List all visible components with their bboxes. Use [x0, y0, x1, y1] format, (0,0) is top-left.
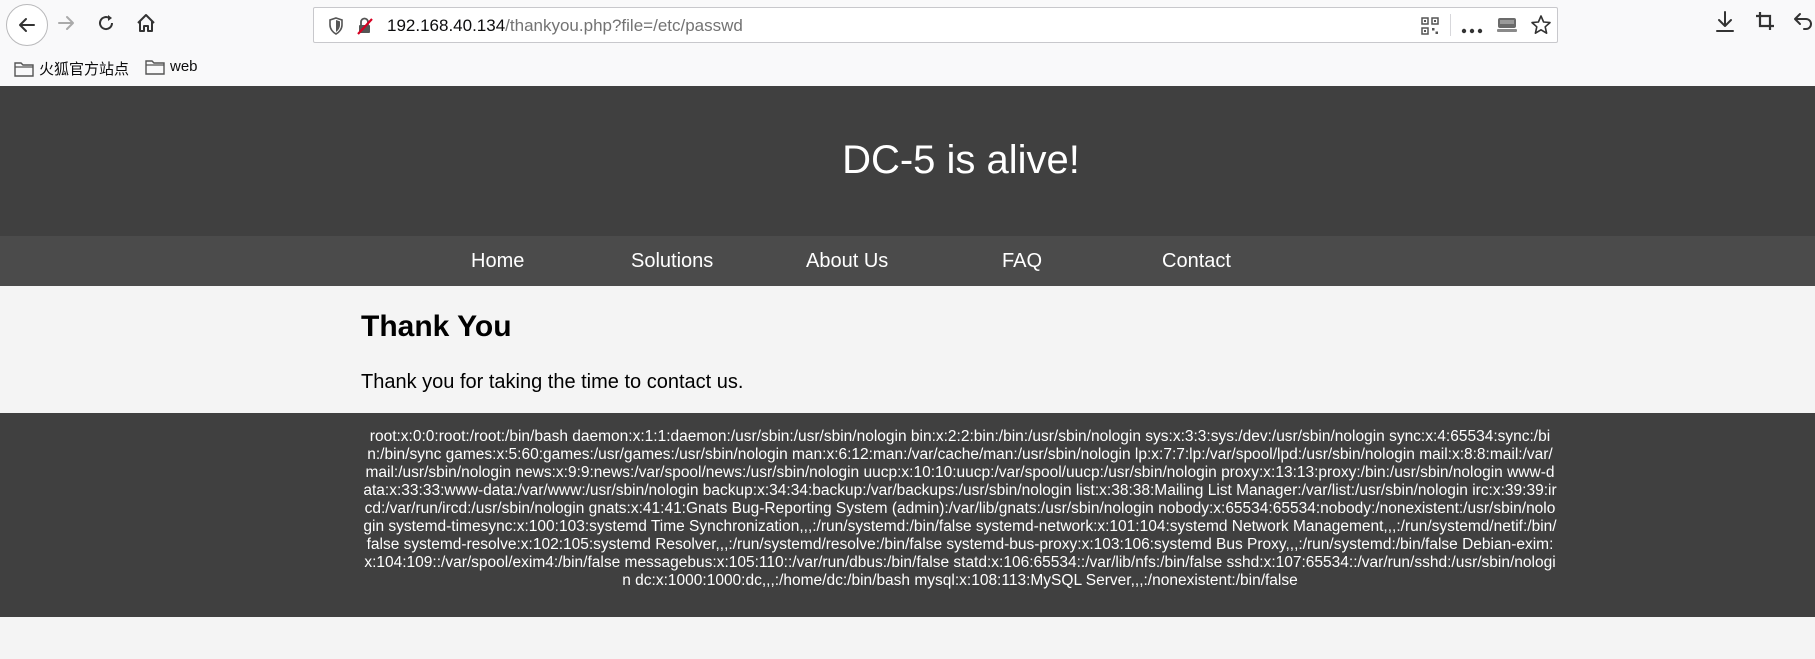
crop-icon[interactable]	[1754, 10, 1776, 37]
nav-solutions[interactable]: Solutions	[631, 250, 713, 273]
url-host: 192.168.40.134	[387, 16, 506, 35]
more-icon[interactable]	[1461, 21, 1483, 39]
nav-faq[interactable]: FAQ	[1002, 250, 1042, 273]
web-page: DC-5 is alive! Home Solutions About Us F…	[0, 86, 1815, 659]
url-bar[interactable]: 192.168.40.134/thankyou.php?file=/etc/pa…	[313, 7, 1558, 43]
bookmark-label: 火狐官方站点	[39, 61, 130, 78]
folder-icon	[14, 61, 34, 77]
qr-code-icon[interactable]	[1420, 16, 1440, 41]
url-divider	[1450, 14, 1451, 36]
forward-button[interactable]	[48, 5, 84, 41]
footer-passwd-text: root:x:0:0:root:/root:/bin/bash daemon:x…	[363, 428, 1557, 589]
page-heading: Thank You	[361, 310, 512, 343]
nav-home[interactable]: Home	[471, 250, 524, 273]
insecure-lock-icon[interactable]	[356, 17, 374, 40]
shield-icon[interactable]	[328, 17, 344, 40]
thank-you-message: Thank you for taking the time to contact…	[361, 371, 744, 393]
bookmark-folder-web[interactable]: web	[145, 58, 198, 75]
url-text[interactable]: 192.168.40.134/thankyou.php?file=/etc/pa…	[387, 16, 743, 36]
undo-icon[interactable]	[1792, 10, 1814, 37]
nav-contact[interactable]: Contact	[1162, 250, 1231, 273]
star-icon[interactable]	[1530, 14, 1552, 41]
site-footer: root:x:0:0:root:/root:/bin/bash daemon:x…	[0, 413, 1815, 617]
bookmark-label: web	[170, 58, 198, 75]
site-header: DC-5 is alive!	[0, 86, 1815, 236]
home-icon	[137, 14, 155, 32]
site-nav: Home Solutions About Us FAQ Contact	[0, 236, 1815, 286]
site-title: DC-5 is alive!	[842, 138, 1080, 182]
reload-button[interactable]	[88, 5, 124, 41]
browser-toolbar: 192.168.40.134/thankyou.php?file=/etc/pa…	[0, 0, 1815, 50]
bookmark-folder-firefox[interactable]: 火狐官方站点	[14, 58, 129, 79]
home-button[interactable]	[128, 5, 164, 41]
back-button[interactable]	[6, 4, 48, 46]
download-icon[interactable]	[1714, 10, 1736, 39]
url-path: /thankyou.php?file=/etc/passwd	[505, 16, 743, 35]
bookmarks-bar: 火狐官方站点 web	[0, 50, 1815, 134]
folder-icon	[145, 59, 165, 75]
nav-about-us[interactable]: About Us	[806, 250, 888, 273]
reload-icon	[99, 15, 114, 31]
forward-arrow-icon	[58, 16, 74, 30]
back-arrow-icon	[19, 18, 35, 32]
reader-icon[interactable]	[1496, 15, 1518, 40]
